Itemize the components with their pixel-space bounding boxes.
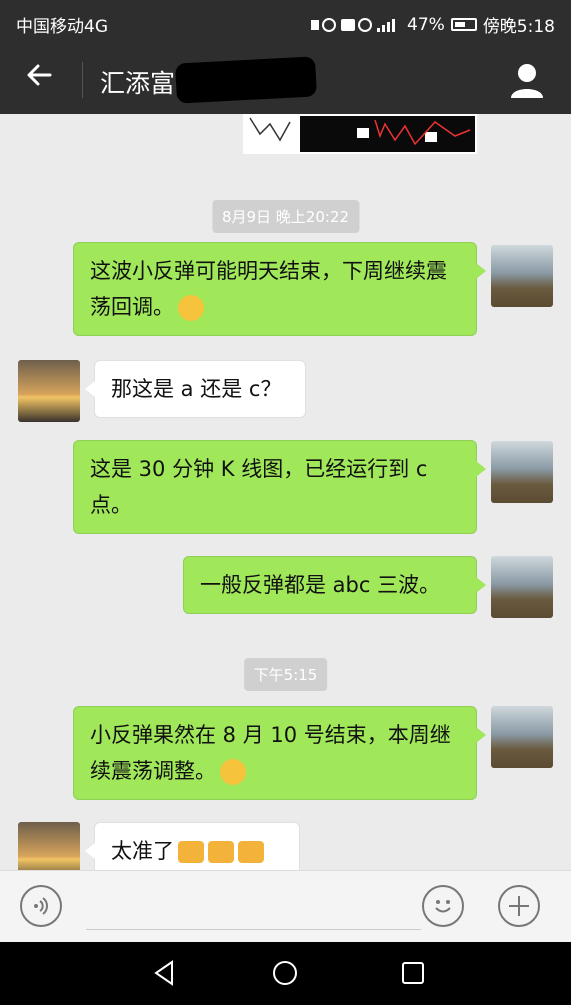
message-text: 那这是 a 还是 c？ (111, 377, 282, 401)
status-icons (311, 16, 401, 34)
square-recents-icon (402, 962, 424, 984)
plus-icon (509, 896, 529, 916)
voice-icon (34, 897, 48, 915)
input-bar (0, 870, 571, 942)
battery-percent: 47% (407, 14, 445, 35)
emoji-button[interactable] (422, 885, 464, 927)
my-avatar[interactable] (491, 556, 553, 618)
message-list[interactable]: 8月9日 晚上20:22 这波小反弹可能明天结束，下周继续震荡回调。 那这是 a… (0, 114, 571, 870)
add-button[interactable] (498, 885, 540, 927)
circle-home-icon (273, 961, 297, 985)
person-icon (511, 64, 543, 98)
chart-thumbnail (245, 116, 471, 152)
message-input[interactable] (86, 929, 421, 930)
timestamp: 下午5:15 (243, 658, 328, 691)
tongue-emoji-icon (220, 759, 246, 785)
message-text: 这是 30 分钟 K 线图，已经运行到 c 点。 (90, 457, 428, 517)
my-avatar[interactable] (491, 441, 553, 503)
thumbs-up-icon (238, 841, 264, 863)
chat-header: 汇添富 (0, 46, 571, 114)
message-text: 一般反弹都是 abc 三波。 (200, 573, 441, 597)
status-right: 47% 傍晚5:18 (311, 12, 555, 37)
triangle-back-icon (154, 960, 173, 986)
message-bubble[interactable]: 那这是 a 还是 c？ (85, 360, 306, 418)
kline-chart-image (245, 116, 475, 152)
android-nav-bar (0, 942, 571, 1005)
nav-home-button[interactable] (270, 958, 300, 988)
message-text: 小反弹果然在 8 月 10 号结束，本周继续震荡调整。 (90, 723, 451, 783)
signal-icons (311, 17, 396, 32)
message-bubble[interactable]: 小反弹果然在 8 月 10 号结束，本周继续震荡调整。 (73, 706, 486, 800)
redaction-mark (175, 56, 317, 104)
message-text: 这波小反弹可能明天结束，下周继续震荡回调。 (90, 259, 447, 319)
message-bubble[interactable]: 太准了 (85, 822, 300, 870)
message-bubble[interactable]: 一般反弹都是 abc 三波。 (183, 556, 486, 614)
back-button[interactable] (24, 60, 64, 100)
image-message[interactable] (243, 114, 477, 154)
message-bubble[interactable]: 这波小反弹可能明天结束，下周继续震荡回调。 (73, 242, 486, 336)
thumbs-up-icon (208, 841, 234, 863)
thumbs-up-icon (178, 841, 204, 863)
chat-title: 汇添富 (100, 69, 176, 98)
nav-recents-button[interactable] (398, 958, 428, 988)
contact-avatar[interactable] (18, 360, 80, 422)
clock: 傍晚5:18 (482, 17, 555, 37)
timestamp: 8月9日 晚上20:22 (211, 200, 360, 233)
arrow-left-icon (27, 64, 52, 86)
status-bar: 中国移动4G 47% 傍晚5:18 (0, 0, 571, 46)
carrier-label: 中国移动4G (16, 17, 108, 37)
contact-avatar[interactable] (18, 822, 80, 870)
message-text: 太准了 (111, 839, 174, 863)
emoji-icon (435, 900, 451, 913)
voice-button[interactable] (20, 885, 62, 927)
my-avatar[interactable] (491, 245, 553, 307)
battery-icon (450, 18, 477, 31)
nav-back-button[interactable] (150, 958, 180, 988)
profile-button[interactable] (507, 60, 547, 100)
dizzy-emoji-icon (178, 295, 204, 321)
my-avatar[interactable] (491, 706, 553, 768)
header-divider (82, 62, 83, 98)
message-bubble[interactable]: 这是 30 分钟 K 线图，已经运行到 c 点。 (73, 440, 486, 534)
